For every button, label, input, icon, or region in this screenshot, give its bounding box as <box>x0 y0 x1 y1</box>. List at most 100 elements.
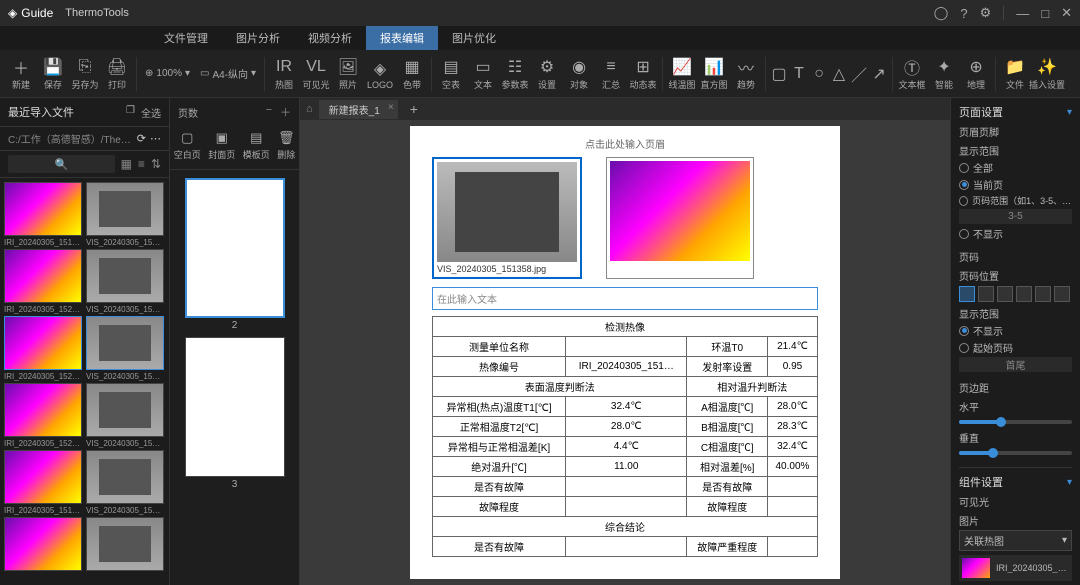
tab-image-analyze[interactable]: 图片分析 <box>222 26 294 50</box>
tab-report-edit[interactable]: 报表编辑 <box>366 26 438 50</box>
grid-view-icon[interactable]: ▦ <box>121 157 132 171</box>
file-thumb[interactable] <box>4 383 82 437</box>
blank-page-button[interactable]: ▢空白页 <box>174 130 201 161</box>
zoom-select[interactable]: ⊕ 100% ▾ <box>141 68 194 79</box>
color-button[interactable]: ▦色带 <box>397 51 427 97</box>
visible-image-box[interactable]: VIS_20240305_151358.jpg <box>432 157 582 279</box>
tab-image-optimize[interactable]: 图片优化 <box>438 26 510 50</box>
ir-button[interactable]: IR热图 <box>269 51 299 97</box>
copy-icon[interactable]: ❐ <box>126 105 135 120</box>
tab-video-analyze[interactable]: 视频分析 <box>294 26 366 50</box>
file-label: VIS_20240305_152… <box>86 305 164 314</box>
file-thumb[interactable] <box>86 517 164 571</box>
help-icon[interactable]: ? <box>960 6 967 21</box>
summary-button[interactable]: ≡汇总 <box>596 51 626 97</box>
histogram-button[interactable]: 📊直方图 <box>699 51 729 97</box>
page-position-grid[interactable] <box>959 286 1072 302</box>
document-tab[interactable]: 新建报表_1× <box>319 100 398 119</box>
window-maximize[interactable]: □ <box>1041 6 1049 21</box>
file-thumb[interactable] <box>86 182 164 236</box>
more-icon[interactable]: ⋯ <box>150 132 161 145</box>
file-thumb[interactable] <box>4 450 82 504</box>
shape-text[interactable]: T <box>790 51 808 97</box>
page-range-input[interactable] <box>959 209 1072 224</box>
print-button[interactable]: 🖨打印 <box>102 51 132 97</box>
horizontal-margin-slider[interactable] <box>959 420 1072 424</box>
template-page-button[interactable]: ▤模板页 <box>243 130 270 161</box>
file-thumb[interactable] <box>86 450 164 504</box>
tab-file-manage[interactable]: 文件管理 <box>150 26 222 50</box>
report-page[interactable]: 点击此处输入页眉 VIS_20240305_151358.jpg 在此输入文本 … <box>410 126 840 579</box>
radio-no-show2[interactable]: 不显示 <box>959 323 1072 338</box>
object-button[interactable]: ◉对象 <box>564 51 594 97</box>
page-thumb[interactable] <box>185 337 285 477</box>
settings-icon[interactable]: ⚙ <box>980 5 992 21</box>
linked-image-thumb[interactable]: IRI_20240305_151358… <box>959 555 1072 581</box>
report-table[interactable]: 检测热像 测量单位名称环温T021.4℃ 热像编号IRI_20240305_15… <box>432 316 818 557</box>
home-icon[interactable]: ⌂ <box>306 103 313 115</box>
window-minimize[interactable]: — <box>1016 6 1029 21</box>
radio-all[interactable]: 全部 <box>959 160 1072 175</box>
insert-settings-button[interactable]: ✨插入设置 <box>1032 51 1062 97</box>
orientation-select[interactable]: ▭ A4-纵向 ▾ <box>196 66 260 81</box>
text-button[interactable]: ▭文本 <box>468 51 498 97</box>
zoom-out-icon[interactable]: − <box>266 104 272 120</box>
new-button[interactable]: ＋新建 <box>6 51 36 97</box>
file-thumb[interactable] <box>4 182 82 236</box>
file-thumb[interactable] <box>86 249 164 303</box>
shape-triangle[interactable]: △ <box>830 51 848 97</box>
filter-icon[interactable]: ⇅ <box>151 157 161 171</box>
file-thumb[interactable] <box>86 316 164 370</box>
radio-start-page[interactable]: 起始页码 <box>959 340 1072 355</box>
collapse-icon[interactable]: ▾ <box>1067 107 1072 118</box>
settings-table-button[interactable]: ⚙设置 <box>532 51 562 97</box>
refresh-icon[interactable]: ⟳ <box>137 132 146 145</box>
temp-line-button[interactable]: 📈线温图 <box>667 51 697 97</box>
dynamic-table-button[interactable]: ⊞动态表 <box>628 51 658 97</box>
close-tab-icon[interactable]: × <box>388 102 394 113</box>
smart-button[interactable]: ✦智能 <box>929 51 959 97</box>
file-thumb[interactable] <box>4 249 82 303</box>
window-close[interactable]: ✕ <box>1061 5 1072 21</box>
page-header-input[interactable]: 点击此处输入页眉 <box>432 134 818 157</box>
file-button[interactable]: 📁文件 <box>1000 51 1030 97</box>
path-text: C:/工作（高德智感）/The … <box>8 131 133 146</box>
collapse-icon[interactable]: ▾ <box>1067 477 1072 488</box>
shape-rect[interactable]: ▢ <box>770 51 788 97</box>
thermal-image-box[interactable] <box>606 157 754 279</box>
saveas-button[interactable]: ⎘另存为 <box>70 51 100 97</box>
search-input[interactable]: 🔍 <box>8 155 115 173</box>
radio-current-page[interactable]: 当前页 <box>959 177 1072 192</box>
vl-button[interactable]: VL可见光 <box>301 51 331 97</box>
shape-line[interactable]: ／ <box>850 51 868 97</box>
textbox-button[interactable]: Ⓣ文本框 <box>897 51 927 97</box>
geo-button[interactable]: ⊕地理 <box>961 51 991 97</box>
cover-page-button[interactable]: ▣封面页 <box>208 130 235 161</box>
start-page-input[interactable] <box>959 357 1072 372</box>
logo-button[interactable]: ◈LOGO <box>365 51 395 97</box>
save-button[interactable]: 💾保存 <box>38 51 68 97</box>
param-table-button[interactable]: ☷参数表 <box>500 51 530 97</box>
text-input-placeholder[interactable]: 在此输入文本 <box>432 287 818 310</box>
link-thermal-select[interactable]: 关联热图▾ <box>959 530 1072 551</box>
delete-page-button[interactable]: 🗑删除 <box>277 130 295 161</box>
file-thumb[interactable] <box>86 383 164 437</box>
page-thumb[interactable] <box>185 178 285 318</box>
file-thumb[interactable] <box>4 517 82 571</box>
label: 页眉页脚 <box>959 124 1072 139</box>
shape-arrow[interactable]: ↗ <box>870 51 888 97</box>
add-tab-button[interactable]: + <box>404 101 424 117</box>
shape-circle[interactable]: ○ <box>810 51 828 97</box>
zoom-in-icon[interactable]: ＋ <box>280 104 291 120</box>
user-icon[interactable]: ◯ <box>934 5 949 21</box>
radio-no-show[interactable]: 不显示 <box>959 226 1072 241</box>
file-thumb[interactable] <box>4 316 82 370</box>
app-name: ThermoTools <box>65 7 129 19</box>
trend-button[interactable]: 〰趋势 <box>731 51 761 97</box>
blank-table-button[interactable]: ▤空表 <box>436 51 466 97</box>
radio-page-range[interactable]: 页码范围（如1、3-5、20-46 <box>959 194 1072 207</box>
photo-button[interactable]: 🖼照片 <box>333 51 363 97</box>
vertical-margin-slider[interactable] <box>959 451 1072 455</box>
list-view-icon[interactable]: ≡ <box>138 157 145 171</box>
select-all[interactable]: 全选 <box>141 105 161 120</box>
